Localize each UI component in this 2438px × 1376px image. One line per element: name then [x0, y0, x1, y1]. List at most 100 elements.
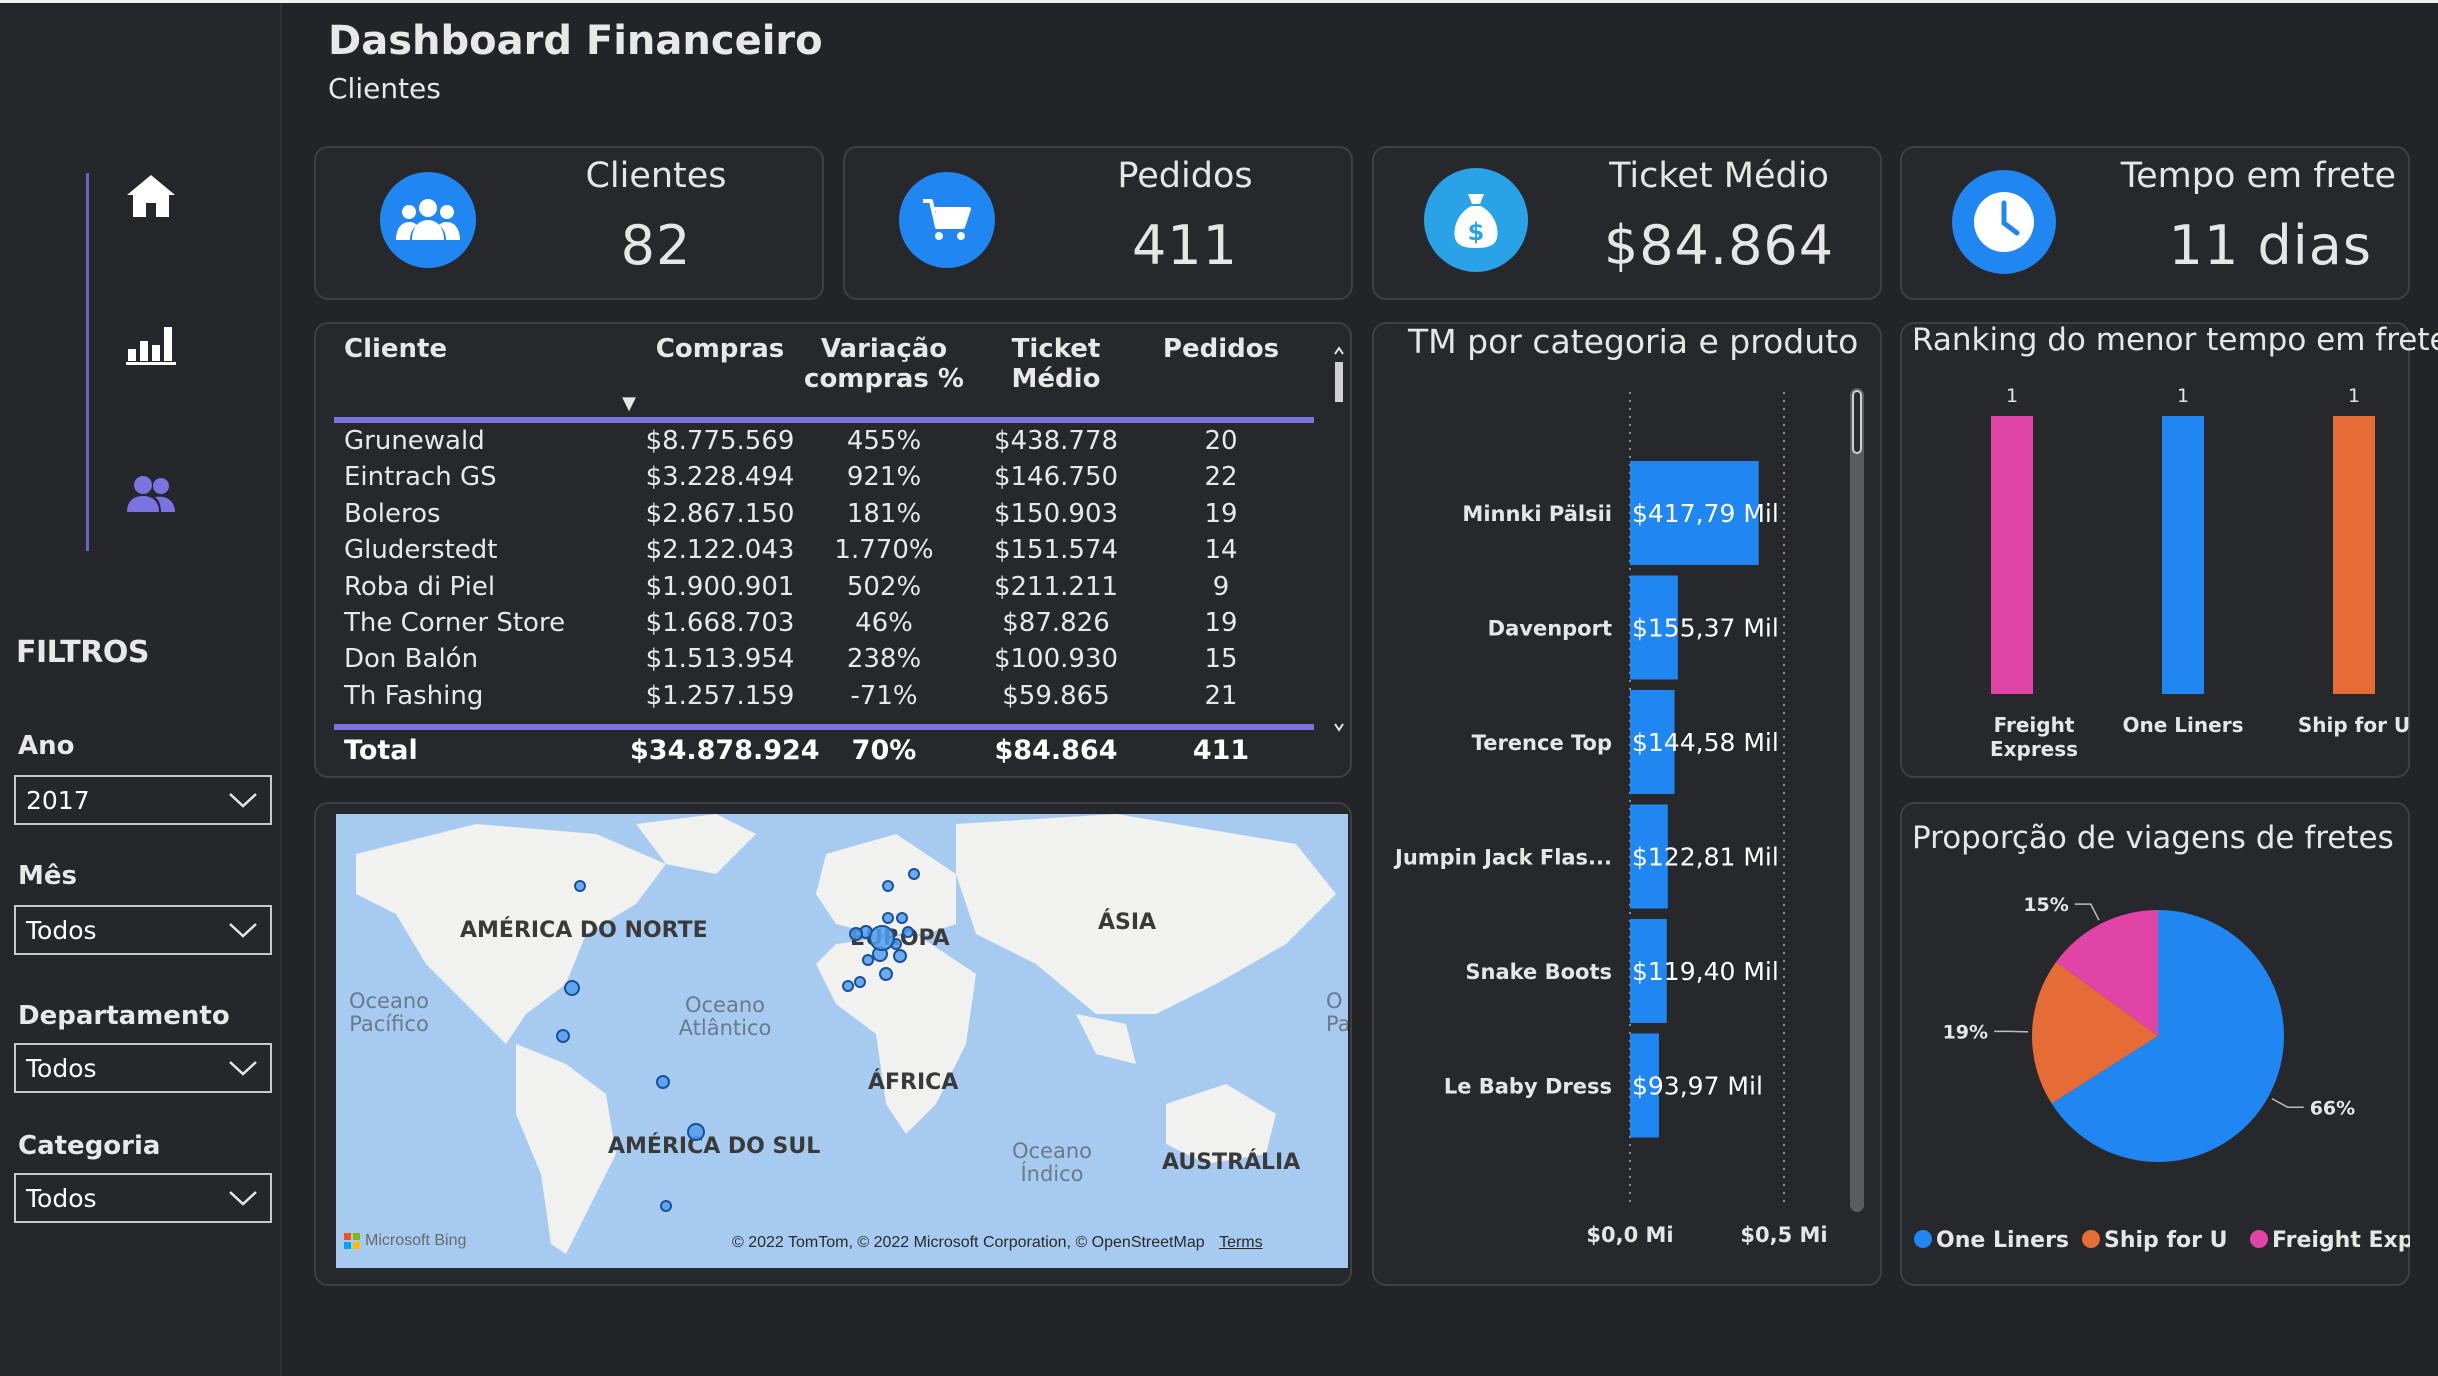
- table-scrollbar[interactable]: [1332, 330, 1346, 740]
- category-label: Minnki Pälsii: [1462, 502, 1612, 526]
- cell-cliente: Th Fashing: [344, 680, 484, 711]
- kpi-card-ticket[interactable]: $ Ticket Médio $84.864: [1372, 146, 1882, 300]
- column-header-cliente[interactable]: Cliente: [344, 334, 447, 364]
- world-map[interactable]: AMÉRICA DO NORTE EUROPA ÁSIA ÁFRICA AMÉR…: [336, 814, 1348, 1268]
- column-header-pedidos[interactable]: Pedidos: [1146, 334, 1296, 364]
- page-subtitle: Clientes: [328, 72, 441, 105]
- pie-leader-line: [2271, 1097, 2304, 1109]
- filter-month-label: Mês: [18, 861, 77, 891]
- clock-icon: [1952, 170, 2056, 274]
- cell-variacao: -71%: [850, 680, 918, 711]
- pie-leader-line: [2074, 903, 2100, 921]
- column-header-compras[interactable]: Compras: [630, 334, 810, 364]
- column-header-ticket-medio[interactable]: Ticket Médio: [966, 334, 1146, 394]
- category-label: Le Baby Dress: [1444, 1075, 1612, 1099]
- cell-pedidos: 9: [1212, 571, 1230, 602]
- column-bar: [2333, 416, 2375, 694]
- nav-charts-button[interactable]: [116, 309, 186, 379]
- cell-variacao: 921%: [846, 462, 922, 493]
- kpi-clients-value: 82: [620, 214, 692, 277]
- chevron-down-icon: [229, 1191, 257, 1206]
- filter-department-label: Departamento: [18, 1001, 230, 1031]
- cell-cliente: Gluderstedt: [344, 535, 498, 566]
- cell-pedidos: 22: [1204, 462, 1238, 493]
- cell-cliente: Eintrach GS: [344, 462, 497, 493]
- column-bar: [1991, 416, 2033, 694]
- filter-category-select[interactable]: Todos: [14, 1173, 272, 1223]
- kpi-card-clients[interactable]: Clientes 82: [314, 146, 824, 300]
- filters-title: FILTROS: [16, 635, 149, 670]
- kpi-shipping-label: Tempo em frete: [2120, 156, 2396, 196]
- column-header-variacao[interactable]: Variação compras %: [804, 334, 964, 394]
- table-total-divider: [334, 724, 1314, 730]
- cell-compras: $3.228.494: [645, 462, 795, 493]
- total-ticket-medio: $84.864: [994, 735, 1118, 766]
- pie-data-label: 19%: [1943, 1021, 1988, 1043]
- x-tick-label: $0,0 Mi: [1586, 1223, 1673, 1247]
- filter-year-select[interactable]: 2017: [14, 775, 272, 825]
- column-data-label: 1: [2348, 385, 2360, 407]
- cell-ticket-medio: $151.574: [993, 535, 1119, 566]
- legend-label: One Liners: [1936, 1228, 2069, 1253]
- cell-compras: $1.668.703: [645, 608, 795, 638]
- filter-department-value: Todos: [26, 1053, 97, 1083]
- kpi-shipping-value: 11 dias: [2168, 214, 2372, 277]
- chevron-down-icon: [229, 793, 257, 808]
- bing-brand-text: Microsoft Bing: [365, 1232, 467, 1249]
- cell-compras: $2.867.150: [645, 498, 795, 529]
- cell-ticket-medio: $87.826: [1002, 608, 1110, 638]
- filter-category-value: Todos: [26, 1183, 97, 1213]
- data-label: $155,37 Mil: [1632, 614, 1779, 643]
- kpi-card-shipping-time[interactable]: Tempo em frete 11 dias: [1900, 146, 2410, 300]
- cell-ticket-medio: $438.778: [993, 426, 1119, 456]
- sidebar: FILTROS Ano 2017 Mês Todos Departamento …: [0, 3, 282, 1376]
- cell-ticket-medio: $59.865: [1002, 680, 1110, 711]
- bar-chart-scrollbar[interactable]: [1850, 388, 1864, 1212]
- cell-pedidos: 19: [1204, 608, 1238, 638]
- cell-ticket-medio: $100.930: [993, 644, 1119, 675]
- cell-variacao: 502%: [846, 571, 922, 602]
- filter-department-select[interactable]: Todos: [14, 1043, 272, 1093]
- pie-data-label: 15%: [2023, 894, 2068, 916]
- map-terms-link[interactable]: Terms: [1219, 1234, 1263, 1251]
- nav-home-button[interactable]: [116, 161, 186, 231]
- svg-text:$: $: [1468, 218, 1485, 246]
- data-label: $122,81 Mil: [1632, 843, 1779, 872]
- nav-indicator-line: [86, 173, 89, 551]
- kpi-clients-label: Clientes: [585, 156, 727, 196]
- cell-cliente: Roba di Piel: [344, 571, 496, 602]
- bar-chart-scroll-thumb[interactable]: [1852, 390, 1862, 454]
- table-header-divider: [334, 417, 1314, 423]
- cell-pedidos: 21: [1204, 680, 1238, 711]
- users-icon: [380, 172, 476, 268]
- bing-attribution: Microsoft Bing: [344, 1232, 466, 1250]
- page-title: Dashboard Financeiro: [328, 18, 823, 64]
- kpi-ticket-value: $84.864: [1603, 214, 1835, 277]
- filter-month-select[interactable]: Todos: [14, 905, 272, 955]
- nav-clients-button[interactable]: [116, 459, 186, 529]
- legend-label: Freight Express: [2272, 1228, 2410, 1253]
- total-variacao: 70%: [851, 735, 917, 766]
- filter-year-label: Ano: [18, 731, 75, 761]
- category-label: Davenport: [1488, 617, 1612, 641]
- kpi-card-orders[interactable]: Pedidos 411: [843, 146, 1353, 300]
- map-copyright: © 2022 TomTom, © 2022 Microsoft Corporat…: [732, 1234, 1263, 1252]
- category-label: Snake Boots: [1465, 960, 1612, 984]
- bar-chart-icon: [126, 327, 176, 365]
- cell-variacao: 238%: [846, 644, 922, 675]
- sort-desc-icon: ▼: [622, 393, 636, 414]
- cell-compras: $1.257.159: [645, 680, 795, 711]
- cell-pedidos: 19: [1204, 498, 1238, 529]
- kpi-ticket-label: Ticket Médio: [1609, 156, 1829, 196]
- cart-icon: [899, 172, 995, 268]
- total-pedidos: 411: [1192, 735, 1250, 766]
- cell-compras: $1.900.901: [645, 571, 795, 602]
- cell-ticket-medio: $211.211: [993, 571, 1119, 602]
- map-copyright-text[interactable]: © 2022 TomTom, © 2022 Microsoft Corporat…: [732, 1234, 1205, 1251]
- chevron-down-icon: [229, 923, 257, 938]
- money-bag-icon: $: [1424, 168, 1528, 272]
- pie-data-label: 66%: [2310, 1097, 2355, 1119]
- kpi-orders-label: Pedidos: [1117, 156, 1253, 196]
- cell-cliente: Grunewald: [344, 426, 485, 456]
- cell-cliente: Boleros: [344, 498, 441, 529]
